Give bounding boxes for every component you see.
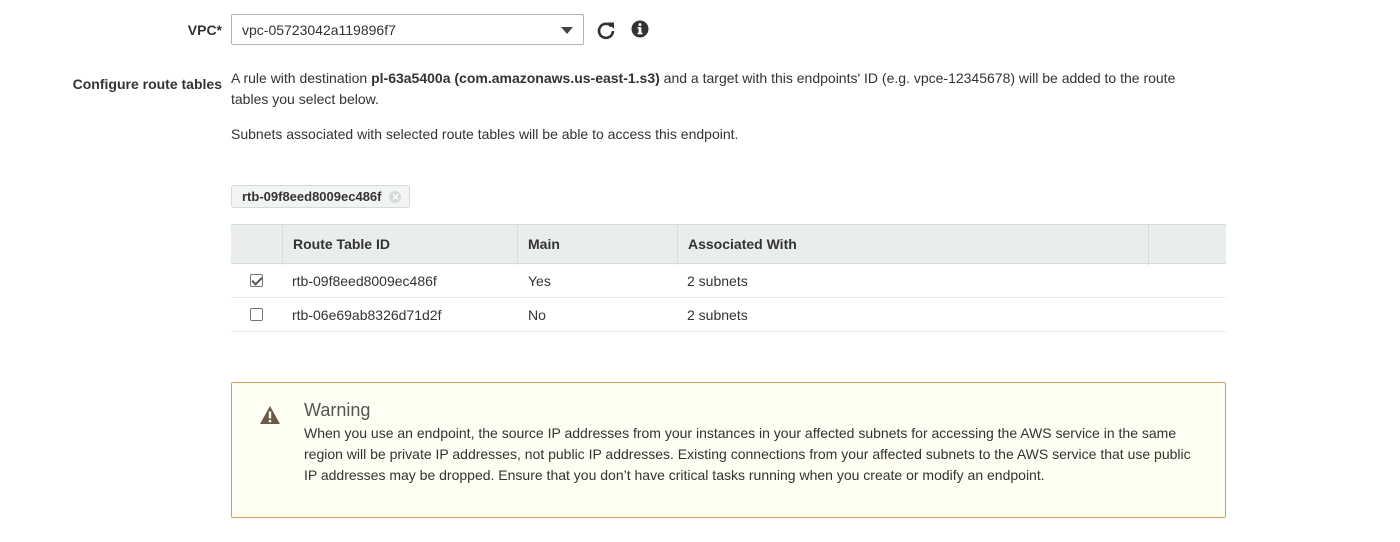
selected-route-table-token: rtb-09f8eed8009ec486f ✕ bbox=[231, 185, 411, 208]
warning-body: When you use an endpoint, the source IP … bbox=[304, 425, 1191, 483]
route-table-id: rtb-06e69ab8326d71d2f bbox=[292, 307, 442, 323]
vpc-label: VPC* bbox=[187, 22, 222, 38]
configure-route-tables-label: Configure route tables bbox=[72, 76, 222, 92]
warning-alert: Warning When you use an endpoint, the so… bbox=[231, 382, 1226, 518]
main-value: Yes bbox=[528, 273, 551, 289]
associated-with-value: 2 subnets bbox=[687, 273, 748, 289]
table-row[interactable]: rtb-06e69ab8326d71d2f No 2 subnets bbox=[231, 298, 1226, 332]
route-tables-table: Route Table ID Main Associated With rtb-… bbox=[231, 224, 1226, 332]
select-column-header bbox=[231, 225, 282, 265]
remove-token-icon[interactable]: ✕ bbox=[389, 190, 402, 203]
desc-prefix: A rule with destination bbox=[231, 70, 372, 86]
desc-destination: pl-63a5400a (com.amazonaws.us-east-1.s3) bbox=[371, 70, 660, 86]
row-checkbox[interactable] bbox=[250, 308, 263, 321]
info-icon[interactable] bbox=[631, 20, 649, 38]
token-label: rtb-09f8eed8009ec486f bbox=[242, 189, 382, 204]
table-row[interactable]: rtb-09f8eed8009ec486f Yes 2 subnets bbox=[231, 264, 1226, 298]
vpc-select[interactable]: vpc-05723042a119896f7 bbox=[231, 14, 584, 45]
chevron-down-icon bbox=[561, 27, 573, 34]
column-header-route-table-id[interactable]: Route Table ID bbox=[282, 225, 517, 265]
column-header-main[interactable]: Main bbox=[517, 225, 677, 265]
column-header-spacer bbox=[1148, 225, 1226, 265]
table-header: Route Table ID Main Associated With bbox=[231, 224, 1226, 265]
refresh-icon[interactable] bbox=[596, 20, 616, 40]
warning-title: Warning bbox=[304, 400, 371, 420]
route-rule-description: A rule with destination pl-63a5400a (com… bbox=[231, 68, 1211, 110]
route-table-id: rtb-09f8eed8009ec486f bbox=[292, 273, 437, 289]
row-checkbox[interactable] bbox=[250, 274, 263, 287]
warning-triangle-icon bbox=[260, 406, 280, 424]
associated-with-value: 2 subnets bbox=[687, 307, 748, 323]
subnets-note: Subnets associated with selected route t… bbox=[231, 126, 739, 142]
vpc-select-value: vpc-05723042a119896f7 bbox=[242, 21, 396, 38]
main-value: No bbox=[528, 307, 546, 323]
column-header-associated-with[interactable]: Associated With bbox=[677, 225, 1148, 265]
